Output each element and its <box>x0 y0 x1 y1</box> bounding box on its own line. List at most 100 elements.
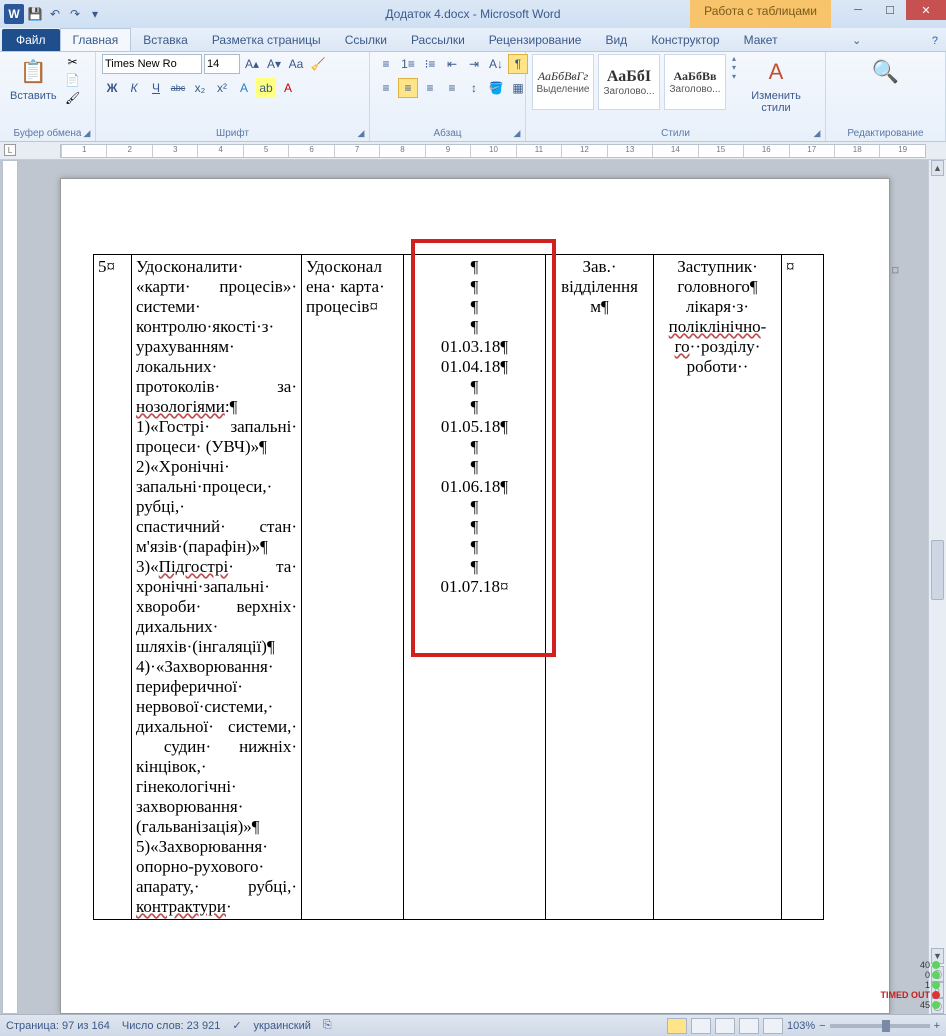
bullets-icon[interactable]: ≡ <box>376 54 396 74</box>
cell-responsible2[interactable]: Заступник·головного¶лікаря·з·поліклінічн… <box>654 255 782 920</box>
horizontal-ruler[interactable]: L 123 456 789 101112 131415 161718 19 <box>0 142 946 160</box>
zoom-out-button[interactable]: − <box>819 1020 825 1032</box>
borders-icon[interactable]: ▦ <box>508 78 528 98</box>
view-draft[interactable] <box>763 1018 783 1034</box>
status-spellcheck-icon[interactable]: ✓ <box>232 1019 241 1032</box>
redo-icon[interactable]: ↷ <box>66 5 84 23</box>
style-heading2[interactable]: АаБбВв Заголово... <box>664 54 726 110</box>
tab-table-design[interactable]: Конструктор <box>639 29 731 51</box>
quick-access-toolbar: W 💾 ↶ ↷ ▾ <box>0 4 104 24</box>
bold-button[interactable]: Ж <box>102 78 122 98</box>
font-size-select[interactable] <box>204 54 240 74</box>
zoom-level[interactable]: 103% <box>787 1020 815 1032</box>
tab-review[interactable]: Рецензирование <box>477 29 594 51</box>
numbering-icon[interactable]: 1≡ <box>398 54 418 74</box>
tab-page-layout[interactable]: Разметка страницы <box>200 29 333 51</box>
minimize-button[interactable]: ─ <box>842 0 874 20</box>
status-bar: Страница: 97 из 164 Число слов: 23 921 ✓… <box>0 1014 946 1036</box>
cell-number[interactable]: 5¤ <box>94 255 132 920</box>
change-case-icon[interactable]: Aa <box>286 54 306 74</box>
styles-launcher[interactable]: ◢ <box>811 127 823 139</box>
paragraph-launcher[interactable]: ◢ <box>511 127 523 139</box>
document-page[interactable]: 5¤ Удосконалити· «карти· процесів»· сист… <box>60 178 890 1014</box>
strike-button[interactable]: abc <box>168 78 188 98</box>
change-styles-button[interactable]: A Изменить стили <box>742 54 810 116</box>
cell-dates[interactable]: ¶¶¶¶01.03.18¶01.04.18¶¶¶01.05.18¶¶¶01.06… <box>404 255 546 920</box>
view-print-layout[interactable] <box>667 1018 687 1034</box>
styles-gallery-more[interactable]: ▴ ▾ ▾ <box>730 54 738 81</box>
table-tools-context-tab: Работа с таблицами <box>690 0 831 28</box>
status-language[interactable]: украинский <box>254 1020 311 1032</box>
save-icon[interactable]: 💾 <box>26 5 44 23</box>
scroll-thumb[interactable] <box>931 540 944 600</box>
cell-end[interactable]: ¤ <box>782 255 824 920</box>
subscript-button[interactable]: x₂ <box>190 78 210 98</box>
ribbon-group-styles: АаБбВвГг Выделение АаБбІ Заголово... АаБ… <box>526 52 826 141</box>
align-center-icon[interactable]: ≡ <box>398 78 418 98</box>
cell-result[interactable]: Удосконалена· карта·процесів¤ <box>302 255 404 920</box>
cell-description[interactable]: Удосконалити· «карти· процесів»· системи… <box>132 255 302 920</box>
font-launcher[interactable]: ◢ <box>355 127 367 139</box>
clipboard-launcher[interactable]: ◢ <box>81 127 93 139</box>
ribbon-minimize-icon[interactable]: ⌄ <box>844 30 869 51</box>
find-button[interactable]: 🔍 <box>866 54 906 90</box>
status-word-count[interactable]: Число слов: 23 921 <box>122 1020 220 1032</box>
file-tab[interactable]: Файл <box>2 29 60 51</box>
grow-font-icon[interactable]: A▴ <box>242 54 262 74</box>
justify-icon[interactable]: ≡ <box>442 78 462 98</box>
document-table[interactable]: 5¤ Удосконалити· «карти· процесів»· сист… <box>93 254 824 920</box>
scroll-up-button[interactable]: ▲ <box>931 160 944 176</box>
format-painter-icon[interactable]: 🖌 <box>65 90 81 106</box>
status-page[interactable]: Страница: 97 из 164 <box>6 1020 110 1032</box>
font-color-icon[interactable]: A <box>278 78 298 98</box>
vertical-ruler[interactable] <box>2 160 18 1014</box>
shading-icon[interactable]: 🪣 <box>486 78 506 98</box>
style-emphasis[interactable]: АаБбВвГг Выделение <box>532 54 594 110</box>
ribbon-group-font: A▴ A▾ Aa 🧹 Ж К Ч abc x₂ x² A ab A Шрифт … <box>96 52 370 141</box>
tab-table-layout[interactable]: Макет <box>732 29 790 51</box>
zoom-in-button[interactable]: + <box>934 1020 940 1032</box>
style-heading1[interactable]: АаБбІ Заголово... <box>598 54 660 110</box>
cut-icon[interactable]: ✂ <box>65 54 81 70</box>
shrink-font-icon[interactable]: A▾ <box>264 54 284 74</box>
italic-button[interactable]: К <box>124 78 144 98</box>
vertical-scrollbar[interactable]: ▲ ▼ ⦿ ○ ⦿ <box>928 160 946 1014</box>
tab-references[interactable]: Ссылки <box>333 29 399 51</box>
view-web-layout[interactable] <box>715 1018 735 1034</box>
document-workspace: 5¤ Удосконалити· «карти· процесів»· сист… <box>0 160 946 1014</box>
show-marks-icon[interactable]: ¶ <box>508 54 528 74</box>
align-right-icon[interactable]: ≡ <box>420 78 440 98</box>
ribbon: 📋 Вставить ✂ 📄 🖌 Буфер обмена ◢ A▴ A▾ Aa… <box>0 52 946 142</box>
underline-button[interactable]: Ч <box>146 78 166 98</box>
view-outline[interactable] <box>739 1018 759 1034</box>
line-spacing-icon[interactable]: ↕ <box>464 78 484 98</box>
tab-selector[interactable]: L <box>4 144 16 156</box>
copy-icon[interactable]: 📄 <box>65 72 81 88</box>
increase-indent-icon[interactable]: ⇥ <box>464 54 484 74</box>
font-name-select[interactable] <box>102 54 202 74</box>
clear-format-icon[interactable]: 🧹 <box>308 54 328 74</box>
maximize-button[interactable]: ☐ <box>874 0 906 20</box>
help-icon[interactable]: ? <box>924 31 946 51</box>
tab-insert[interactable]: Вставка <box>131 29 200 51</box>
highlight-icon[interactable]: ab <box>256 78 276 98</box>
superscript-button[interactable]: x² <box>212 78 232 98</box>
zoom-slider[interactable] <box>830 1024 930 1028</box>
overlay-indicators: 40 0 1 TIMED OUT 45 <box>881 960 941 1010</box>
paste-button[interactable]: 📋 Вставить <box>6 54 61 104</box>
multilevel-icon[interactable]: ⁝≡ <box>420 54 440 74</box>
text-effects-icon[interactable]: A <box>234 78 254 98</box>
table-row[interactable]: 5¤ Удосконалити· «карти· процесів»· сист… <box>94 255 824 920</box>
undo-icon[interactable]: ↶ <box>46 5 64 23</box>
sort-icon[interactable]: A↓ <box>486 54 506 74</box>
align-left-icon[interactable]: ≡ <box>376 78 396 98</box>
tab-view[interactable]: Вид <box>593 29 639 51</box>
cell-responsible1[interactable]: Зав.·відділенням¶ <box>546 255 654 920</box>
qat-dropdown-icon[interactable]: ▾ <box>86 5 104 23</box>
view-full-screen[interactable] <box>691 1018 711 1034</box>
close-button[interactable]: ✕ <box>906 0 946 20</box>
tab-mailings[interactable]: Рассылки <box>399 29 477 51</box>
tab-home[interactable]: Главная <box>60 28 132 51</box>
decrease-indent-icon[interactable]: ⇤ <box>442 54 462 74</box>
status-insert-mode-icon[interactable]: ⎘ <box>323 1019 332 1032</box>
